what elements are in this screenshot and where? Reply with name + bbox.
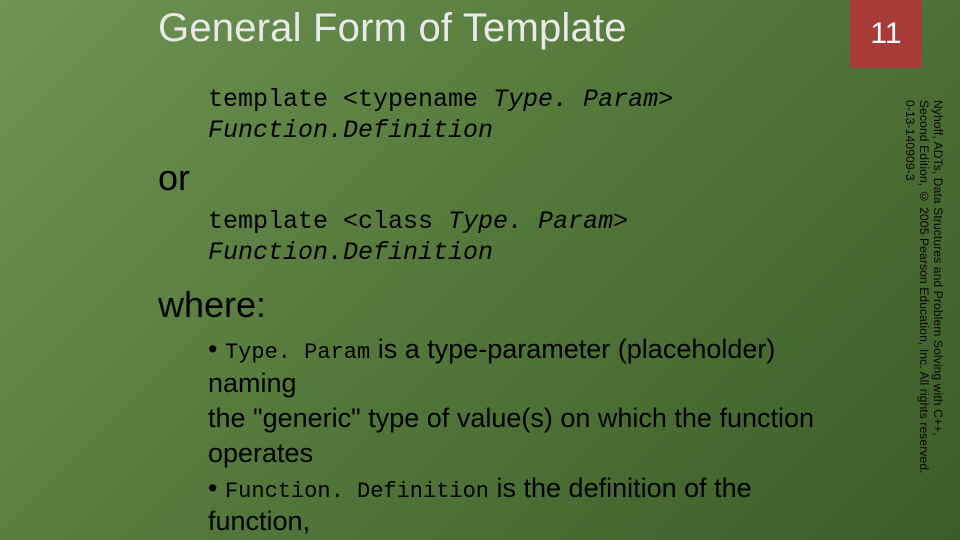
code-line: template <typename Type. Param> — [208, 84, 850, 115]
code-line: Function.Definition — [208, 237, 850, 268]
bullet-marker: • — [208, 473, 225, 503]
slide-body: template <typename Type. Param> Function… — [158, 84, 850, 540]
or-label: or — [158, 155, 850, 200]
slide: General Form of Template 11 template <ty… — [0, 0, 960, 540]
bullet-line: the "generic" type of value(s) on which … — [208, 402, 850, 435]
bullet-item: • Type. Param is a type-parameter (place… — [208, 333, 850, 400]
where-label: where: — [158, 282, 850, 327]
page-number: 11 — [870, 17, 901, 51]
code-block-2: template <class Type. Param> Function.De… — [208, 206, 850, 269]
code-text: template <class — [208, 207, 448, 236]
code-line: Function.Definition — [208, 115, 850, 146]
code-param: Type. Param — [493, 85, 658, 114]
slide-title: General Form of Template — [158, 6, 627, 51]
bullet-mono: Function. Definition — [225, 479, 489, 504]
code-block-1: template <typename Type. Param> Function… — [208, 84, 850, 147]
bullet-marker: • — [208, 334, 225, 364]
attribution-text: Nyhoff, ADTs, Data Structures and Proble… — [904, 100, 944, 480]
code-text: > — [658, 85, 673, 114]
bullet-item: • Function. Definition is the definition… — [208, 472, 850, 539]
bullet-line: operates — [208, 437, 850, 470]
page-number-badge: 11 — [850, 0, 922, 68]
code-text: > — [613, 207, 628, 236]
bullet-list: • Type. Param is a type-parameter (place… — [208, 333, 850, 540]
code-text: template <typename — [208, 85, 493, 114]
code-line: template <class Type. Param> — [208, 206, 850, 237]
bullet-mono: Type. Param — [225, 340, 370, 365]
code-param: Type. Param — [448, 207, 613, 236]
